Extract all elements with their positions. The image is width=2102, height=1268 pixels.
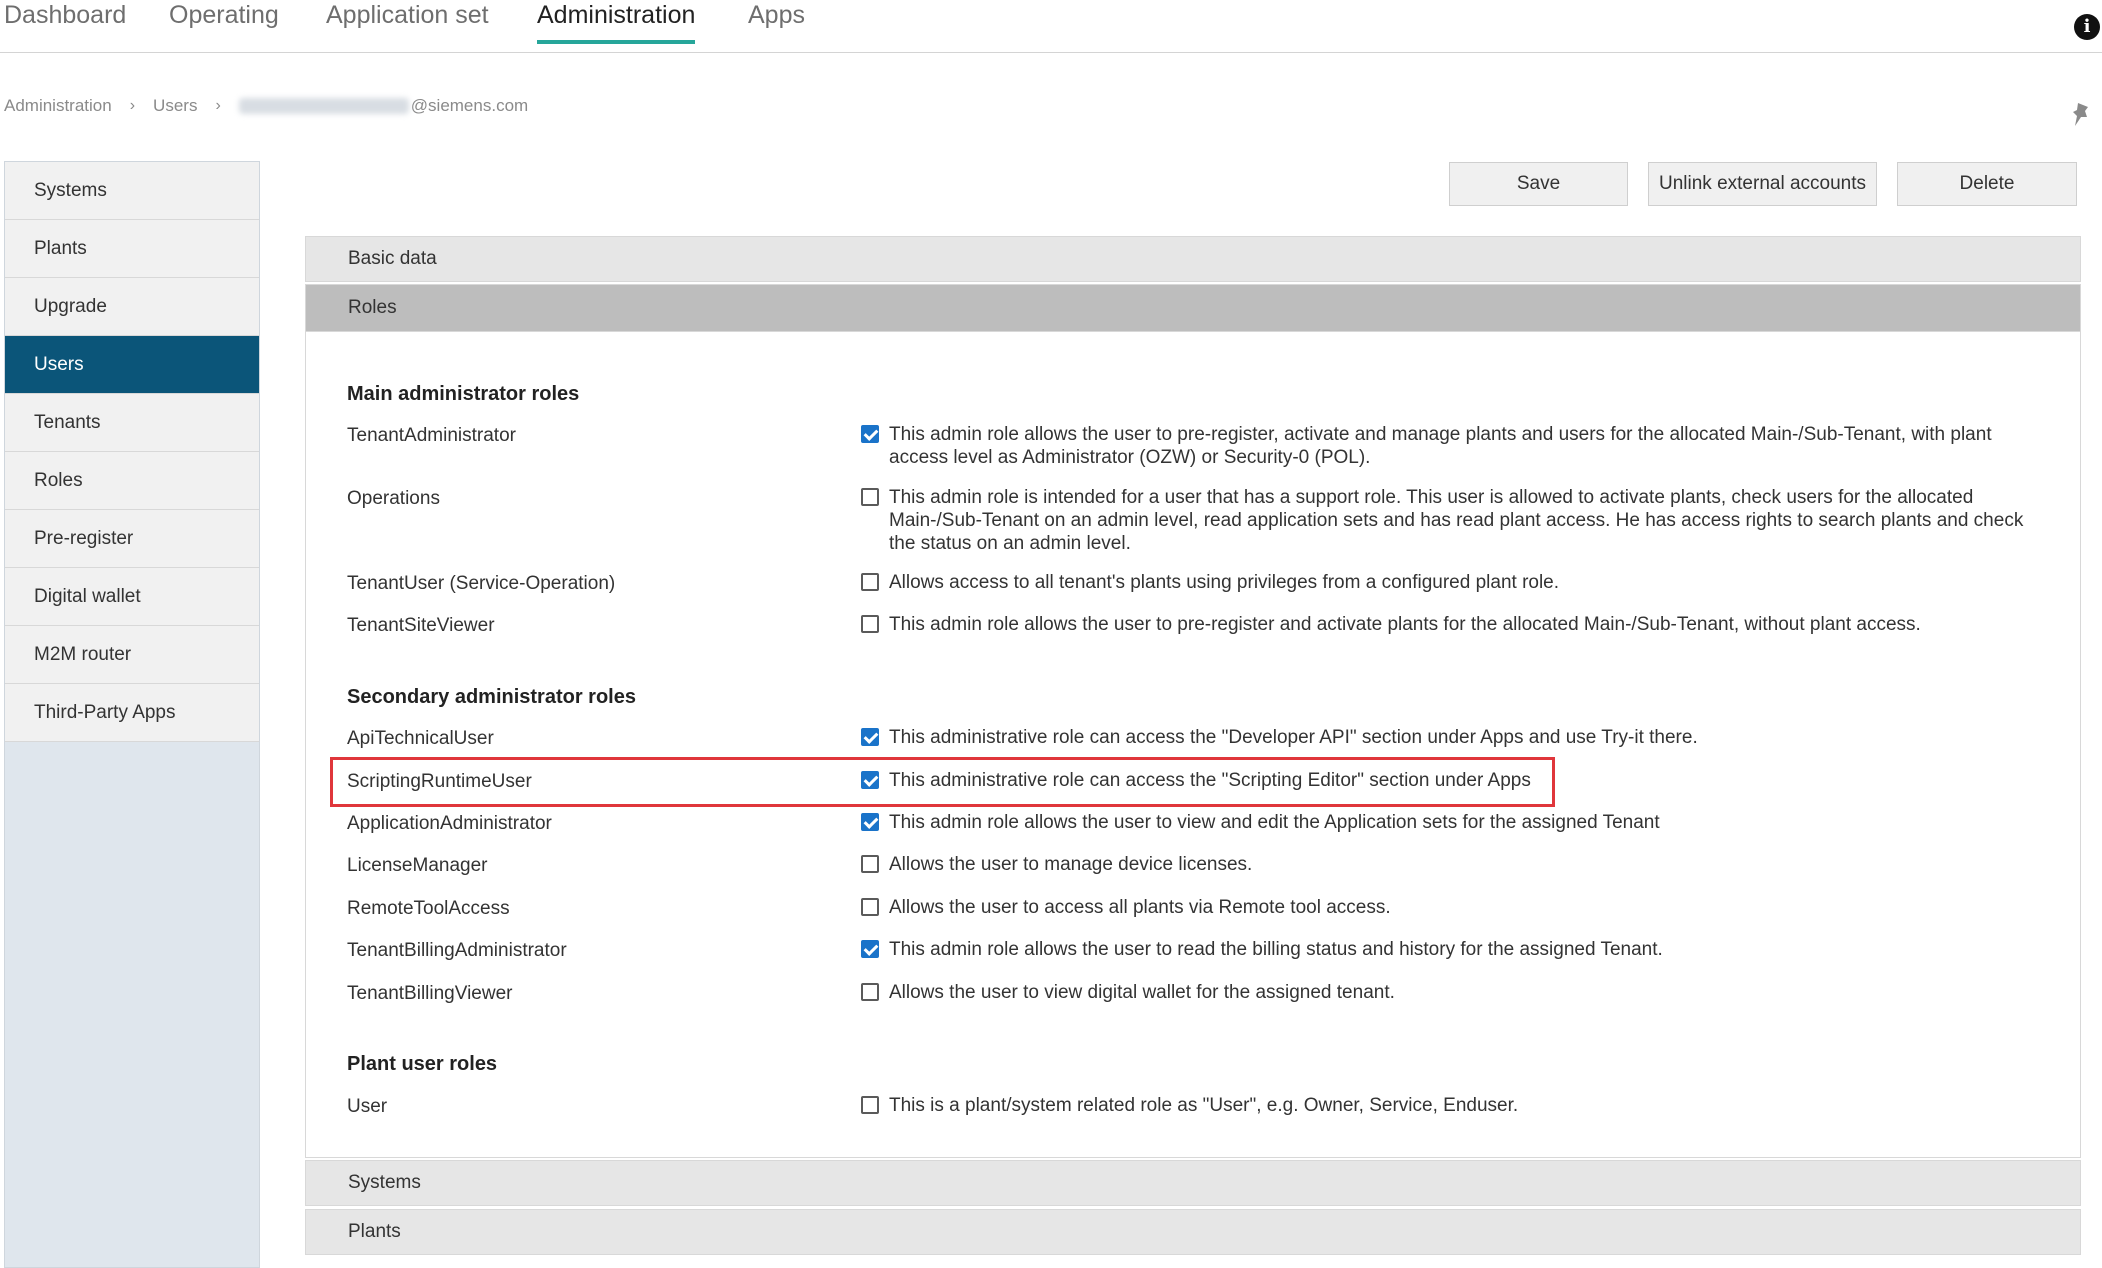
tab-dashboard[interactable]: Dashboard bbox=[4, 0, 126, 46]
role-checkbox-tenant-administrator[interactable] bbox=[861, 425, 879, 443]
role-description: Allows the user to access all plants via… bbox=[889, 897, 1391, 918]
sidebar-item-systems[interactable]: Systems bbox=[5, 162, 259, 220]
role-description: This admin role allows the user to pre-r… bbox=[889, 614, 1921, 635]
breadcrumb-administration[interactable]: Administration bbox=[4, 96, 112, 116]
breadcrumb: Administration › Users › @siemens.com bbox=[4, 96, 528, 116]
role-description: This admin role is intended for a user t… bbox=[889, 487, 2024, 554]
sidebar-item-users[interactable]: Users bbox=[5, 336, 259, 394]
tab-application-set[interactable]: Application set bbox=[326, 0, 489, 46]
role-checkbox-tenant-billing-viewer[interactable] bbox=[861, 983, 879, 1001]
section-title-secondary-admin: Secondary administrator roles bbox=[347, 686, 636, 708]
role-checkbox-user[interactable] bbox=[861, 1096, 879, 1114]
role-checkbox-remote-tool-access[interactable] bbox=[861, 898, 879, 916]
sidebar-item-tenants[interactable]: Tenants bbox=[5, 394, 259, 452]
breadcrumb-users[interactable]: Users bbox=[153, 96, 197, 116]
save-button[interactable]: Save bbox=[1449, 162, 1628, 206]
accordion-roles[interactable]: Roles bbox=[305, 284, 2081, 332]
sidebar-item-upgrade[interactable]: Upgrade bbox=[5, 278, 259, 336]
role-description: This admin role allows the user to read … bbox=[889, 939, 1663, 960]
accordion-plants[interactable]: Plants bbox=[305, 1209, 2081, 1255]
chevron-right-icon: › bbox=[129, 97, 136, 114]
role-name: ApplicationAdministrator bbox=[347, 813, 552, 834]
role-description: This admin role allows the user to view … bbox=[889, 812, 1660, 833]
role-name: Operations bbox=[347, 488, 440, 509]
role-name: TenantSiteViewer bbox=[347, 615, 495, 636]
role-checkbox-tenant-billing-administrator[interactable] bbox=[861, 940, 879, 958]
pin-icon[interactable] bbox=[2070, 101, 2094, 129]
role-description: Allows the user to view digital wallet f… bbox=[889, 982, 1395, 1003]
section-title-main-admin: Main administrator roles bbox=[347, 383, 580, 405]
role-checkbox-tenant-user[interactable] bbox=[861, 573, 879, 591]
breadcrumb-user-email: @siemens.com bbox=[410, 96, 529, 115]
sidebar-item-roles[interactable]: Roles bbox=[5, 452, 259, 510]
tab-administration[interactable]: Administration bbox=[537, 0, 696, 46]
role-checkbox-license-manager[interactable] bbox=[861, 855, 879, 873]
role-description: This admin role allows the user to pre-r… bbox=[889, 424, 1992, 468]
blurred-username bbox=[238, 98, 409, 114]
accordion-basic-data[interactable]: Basic data bbox=[305, 236, 2081, 282]
accordion-systems[interactable]: Systems bbox=[305, 1160, 2081, 1206]
role-checkbox-api-technical-user[interactable] bbox=[861, 728, 879, 746]
unlink-external-accounts-button[interactable]: Unlink external accounts bbox=[1648, 162, 1877, 206]
role-name: ApiTechnicalUser bbox=[347, 728, 494, 749]
sidebar: Systems Plants Upgrade Users Tenants Rol… bbox=[4, 161, 260, 1268]
sidebar-item-pre-register[interactable]: Pre-register bbox=[5, 510, 259, 568]
tab-operating[interactable]: Operating bbox=[169, 0, 279, 46]
highlight-frame bbox=[330, 757, 1555, 807]
top-navigation: Dashboard Operating Application set Admi… bbox=[0, 0, 2102, 53]
chevron-right-icon: › bbox=[215, 97, 221, 114]
section-title-plant-user: Plant user roles bbox=[347, 1053, 498, 1075]
role-name: TenantAdministrator bbox=[347, 425, 516, 446]
role-name: RemoteToolAccess bbox=[347, 898, 510, 919]
delete-button[interactable]: Delete bbox=[1897, 162, 2077, 206]
role-name: TenantBillingViewer bbox=[347, 983, 513, 1004]
role-description: This administrative role can access the … bbox=[889, 727, 1698, 748]
role-checkbox-tenant-site-viewer[interactable] bbox=[861, 615, 879, 633]
role-description: Allows the user to manage device license… bbox=[889, 854, 1253, 875]
tab-apps[interactable]: Apps bbox=[748, 0, 805, 46]
role-description: This is a plant/system related role as "… bbox=[889, 1095, 1519, 1116]
sidebar-item-third-party-apps[interactable]: Third-Party Apps bbox=[5, 684, 259, 742]
role-description: Allows access to all tenant's plants usi… bbox=[889, 572, 1560, 593]
role-name: TenantBillingAdministrator bbox=[347, 940, 567, 961]
role-name: LicenseManager bbox=[347, 855, 488, 876]
role-checkbox-operations[interactable] bbox=[861, 488, 879, 506]
sidebar-item-m2m-router[interactable]: M2M router bbox=[5, 626, 259, 684]
sidebar-item-plants[interactable]: Plants bbox=[5, 220, 259, 278]
sidebar-item-digital-wallet[interactable]: Digital wallet bbox=[5, 568, 259, 626]
info-icon[interactable]: i bbox=[2074, 14, 2100, 40]
role-name: TenantUser (Service-Operation) bbox=[347, 573, 616, 594]
role-name: User bbox=[347, 1096, 388, 1117]
role-checkbox-application-administrator[interactable] bbox=[861, 813, 879, 831]
